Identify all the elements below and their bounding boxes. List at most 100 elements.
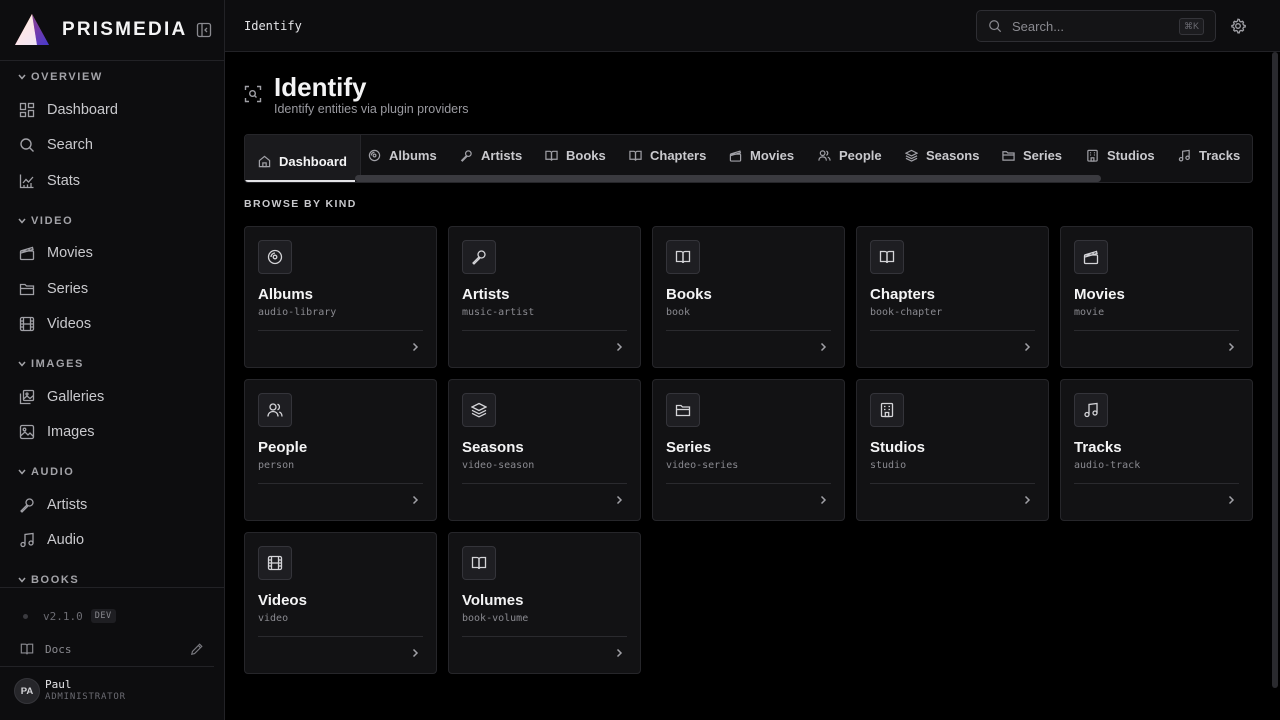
dashboard-icon [19,102,35,117]
nav-section-label: OVERVIEW [31,71,103,83]
chevron-down-icon [18,74,26,80]
chevron-down-icon [18,361,26,367]
sidebar-item-label: Series [47,280,89,297]
card-kind: video-season [462,460,535,471]
building-icon [880,402,894,418]
kind-card-seasons[interactable]: Seasons video-season [448,379,641,521]
book-icon [471,556,487,570]
kind-card-movies[interactable]: Movies movie [1060,226,1253,368]
film-icon [19,317,35,332]
sidebar-item-label: Movies [47,245,93,262]
card-kind: music-artist [462,307,535,318]
sidebar-item-images[interactable]: Images [0,415,224,451]
nav-section-label: IMAGES [31,358,84,370]
nav-section-audio[interactable]: AUDIO [0,457,224,487]
sidebar-item-series[interactable]: Series [0,271,224,307]
search-input[interactable]: Search... ⌘K [976,10,1216,42]
folder-icon [19,283,35,295]
home-icon [258,155,271,168]
sidebar-item-label: Dashboard [47,101,118,118]
tab-books[interactable]: Books [545,135,606,182]
card-divider [666,483,831,484]
card-divider [258,330,423,331]
sidebar-item-audio[interactable]: Audio [0,523,224,559]
tab-albums[interactable]: Albums [368,135,437,182]
version-label: v2.1.0 [43,609,83,623]
user-profile[interactable]: PA Paul ADMINISTRATOR [14,678,126,704]
card-title: Seasons [462,439,524,456]
book-icon [545,150,558,161]
kind-card-series[interactable]: Series video-series [652,379,845,521]
layers-icon [471,402,487,418]
nav-section-images[interactable]: IMAGES [0,349,224,379]
book-icon [879,250,895,264]
nav-section-video[interactable]: VIDEO [0,206,224,236]
sidebar-item-galleries[interactable]: Galleries [0,379,224,415]
avatar: PA [14,678,40,704]
layers-icon [905,149,918,162]
sidebar-item-movies[interactable]: Movies [0,236,224,272]
card-divider [1074,330,1239,331]
card-title: People [258,439,308,456]
sidebar-item-stats[interactable]: Stats [0,163,224,199]
pencil-icon[interactable] [190,642,204,656]
sidebar-item-dashboard[interactable]: Dashboard [0,92,224,128]
page-scrollbar[interactable] [1272,52,1278,688]
docs-link[interactable]: Docs [0,637,224,661]
tab-chapters[interactable]: Chapters [629,135,706,182]
tab-studios[interactable]: Studios [1086,135,1155,182]
gear-icon[interactable] [1230,18,1246,34]
tab-dashboard[interactable]: Dashboard [245,135,361,182]
search-icon [989,20,1002,33]
card-divider [462,636,627,637]
nav-section-label: BOOKS [31,574,80,586]
shortcut-badge: ⌘K [1178,17,1204,35]
card-icon-box [666,393,700,427]
sidebar-collapse-icon[interactable] [196,22,212,38]
sidebar-item-label: Search [47,137,93,154]
chevron-right-icon [1228,495,1235,505]
kind-card-albums[interactable]: Albums audio-library [244,226,437,368]
tab-label: Movies [750,148,795,163]
active-tab-indicator [245,180,355,182]
card-icon-box [870,393,904,427]
card-divider [1074,483,1239,484]
card-kind: audio-track [1074,460,1141,471]
sidebar-item-artists[interactable]: Artists [0,487,224,523]
kind-card-books[interactable]: Books book [652,226,845,368]
book-icon [675,250,691,264]
tab-artists[interactable]: Artists [460,135,522,182]
sidebar-item-label: Artists [47,496,88,513]
tab-series[interactable]: Series [1002,135,1062,182]
kind-card-videos[interactable]: Videos video [244,532,437,674]
search-placeholder: Search... [1012,18,1065,34]
tab-label: Artists [481,148,523,163]
tab-label: Dashboard [279,154,347,169]
chevron-right-icon [412,648,419,658]
tab-people[interactable]: People [818,135,882,182]
tab-tracks[interactable]: Tracks [1178,135,1240,182]
kind-card-artists[interactable]: Artists music-artist [448,226,641,368]
card-icon-box [1074,240,1108,274]
card-title: Artists [462,286,510,303]
kind-card-chapters[interactable]: Chapters book-chapter [856,226,1049,368]
sidebar-item-videos[interactable]: Videos [0,307,224,343]
music-icon [1178,149,1190,162]
gallery-icon [19,389,35,404]
tab-label: Seasons [926,148,980,163]
tab-seasons[interactable]: Seasons [905,135,979,182]
nav-section-overview[interactable]: OVERVIEW [0,62,224,92]
card-divider [870,483,1035,484]
users-icon [267,403,283,417]
tab-movies[interactable]: Movies [729,135,794,182]
kind-card-people[interactable]: People person [244,379,437,521]
breadcrumb[interactable]: Identify [244,19,302,33]
kind-card-volumes[interactable]: Volumes book-volume [448,532,641,674]
kind-card-tracks[interactable]: Tracks audio-track [1060,379,1253,521]
sidebar-item-search[interactable]: Search [0,128,224,164]
card-icon-box [462,240,496,274]
kind-card-studios[interactable]: Studios studio [856,379,1049,521]
card-divider [258,636,423,637]
brand[interactable]: PRISMEDIA [14,12,212,48]
card-icon-box [462,393,496,427]
